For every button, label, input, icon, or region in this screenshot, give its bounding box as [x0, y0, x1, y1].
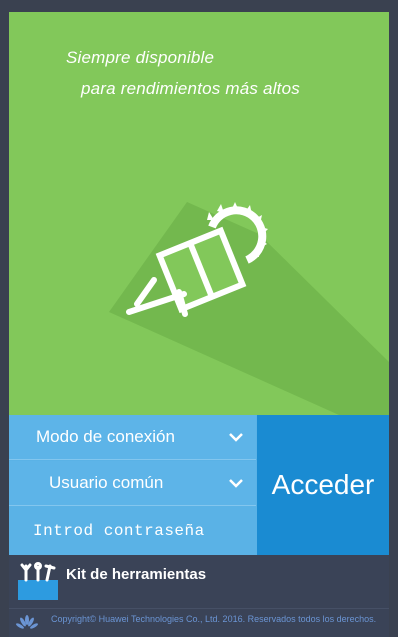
toolkit-label: Kit de herramientas	[66, 566, 207, 583]
footer: Copyright© Huawei Technologies Co., Ltd.…	[9, 608, 389, 637]
copyright-text: Copyright© Huawei Technologies Co., Ltd.…	[51, 614, 377, 624]
toolkit-button[interactable]: Kit de herramientas	[9, 555, 389, 608]
connection-mode-select[interactable]: Modo de conexión	[9, 415, 256, 460]
user-type-select[interactable]: Usuario común	[9, 461, 256, 506]
password-field	[9, 507, 256, 555]
login-button[interactable]: Acceder	[257, 415, 389, 555]
solar-panel-sun-icon	[109, 202, 389, 415]
login-panel: Modo de conexión Usuario común Acceder	[9, 415, 389, 555]
chevron-down-icon	[229, 433, 243, 442]
connection-mode-label: Modo de conexión	[36, 427, 175, 446]
huawei-logo	[16, 615, 38, 629]
password-input[interactable]	[33, 522, 243, 540]
toolkit-icon	[18, 562, 58, 600]
chevron-down-icon	[229, 479, 243, 488]
user-type-label: Usuario común	[49, 473, 164, 492]
hero-banner: Siempre disponible para rendimientos más…	[9, 12, 389, 415]
